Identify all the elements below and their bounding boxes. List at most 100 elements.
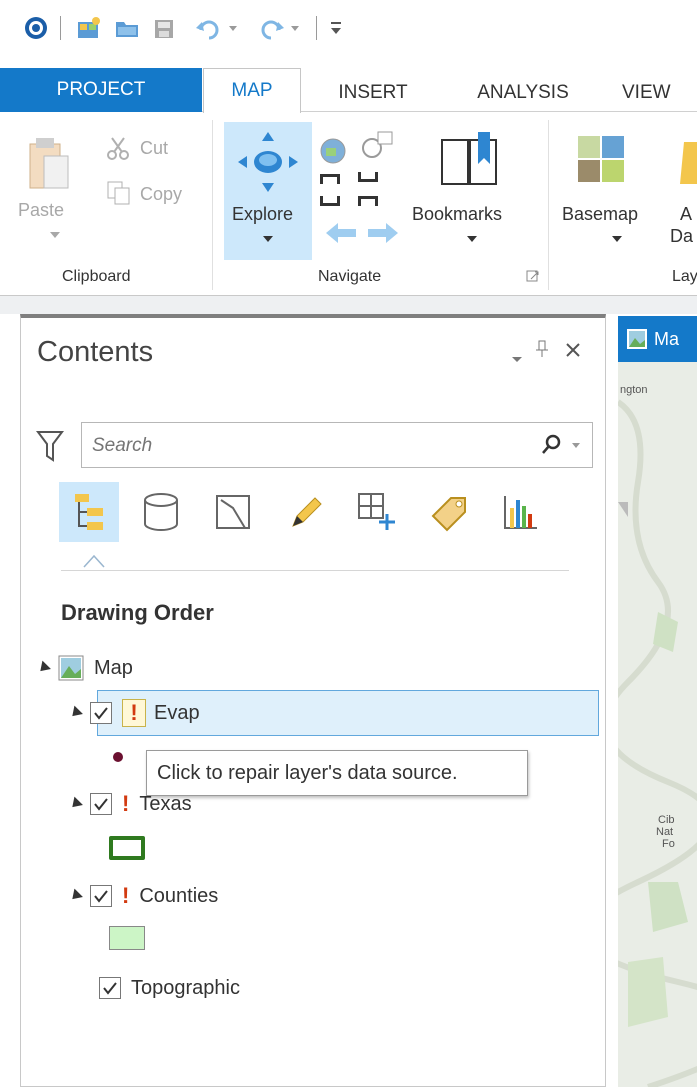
full-extent-icon[interactable] xyxy=(318,136,348,166)
ribbon-tabs: PROJECT MAP INSERT ANALYSIS VIEW xyxy=(0,60,697,113)
layer-row-map[interactable]: Map xyxy=(36,648,133,688)
collapse-icon[interactable] xyxy=(68,705,83,721)
add-data-icon[interactable] xyxy=(678,136,697,186)
copy-button[interactable]: Copy xyxy=(140,184,182,205)
list-by-snapping-button[interactable] xyxy=(347,482,407,542)
layer-row-topographic[interactable]: Topographic xyxy=(99,968,240,1008)
list-by-labeling-button[interactable] xyxy=(419,482,479,542)
explore-icon xyxy=(236,130,300,194)
add-data-label-line2[interactable]: Da xyxy=(670,226,693,247)
contents-pane-title: Contents xyxy=(37,336,154,368)
list-by-data-source-button[interactable] xyxy=(131,482,191,542)
map-place-label-ngton: ngton xyxy=(620,384,648,396)
navigate-dialog-launcher-icon[interactable] xyxy=(526,270,540,284)
evap-point-symbol xyxy=(113,752,123,762)
repair-data-source-tooltip: Click to repair layer's data source. xyxy=(146,750,528,796)
map-tab-label: Ma xyxy=(654,328,680,349)
counties-visibility-checkbox[interactable] xyxy=(90,885,112,907)
basemap-label[interactable]: Basemap xyxy=(562,204,638,225)
topographic-visibility-checkbox[interactable] xyxy=(99,977,121,999)
texas-visibility-checkbox[interactable] xyxy=(90,793,112,815)
search-input[interactable] xyxy=(92,433,512,459)
collapse-icon[interactable] xyxy=(68,796,83,812)
bookmarks-dropdown-arrow[interactable] xyxy=(467,236,477,242)
explore-label: Explore xyxy=(232,204,294,224)
zoom-layer-icon[interactable] xyxy=(358,130,398,164)
warning-icon[interactable]: ! xyxy=(122,791,129,817)
group-separator-2 xyxy=(548,120,549,290)
save-project-icon[interactable] xyxy=(150,14,180,42)
warning-icon: ! xyxy=(130,700,138,725)
qat-separator-2 xyxy=(316,16,317,40)
paste-icon[interactable] xyxy=(24,134,74,194)
tab-insert[interactable]: INSERT xyxy=(318,74,428,112)
basemap-icon[interactable] xyxy=(576,134,626,186)
cut-button[interactable]: Cut xyxy=(140,138,168,159)
bookmarks-label[interactable]: Bookmarks xyxy=(412,204,502,225)
search-box[interactable] xyxy=(81,422,593,468)
paste-dropdown-arrow[interactable] xyxy=(50,232,60,238)
undo-icon[interactable] xyxy=(190,14,246,42)
bookmarks-icon[interactable] xyxy=(436,130,506,190)
open-project-icon[interactable] xyxy=(112,14,142,42)
map-view-tab[interactable]: Ma xyxy=(618,316,697,362)
ribbon-divider-band xyxy=(0,296,697,314)
active-view-indicator-icon xyxy=(83,554,105,568)
list-by-drawing-order-button[interactable] xyxy=(59,482,119,542)
tab-analysis[interactable]: ANALYSIS xyxy=(458,74,588,112)
list-by-selection-button[interactable] xyxy=(203,482,263,542)
pane-options-icon[interactable] xyxy=(511,348,523,369)
filter-icon[interactable] xyxy=(35,428,65,464)
map-icon xyxy=(58,655,84,681)
collapse-icon[interactable] xyxy=(36,660,51,676)
cut-icon[interactable] xyxy=(106,136,132,160)
tab-view[interactable]: VIEW xyxy=(622,74,697,112)
search-options-arrow[interactable] xyxy=(572,443,580,448)
map-place-label-fo: Fo xyxy=(662,838,675,850)
zoom-in-out-icon[interactable] xyxy=(318,172,402,208)
list-by-editing-button[interactable] xyxy=(275,482,335,542)
texas-polygon-symbol xyxy=(109,836,145,860)
tab-project[interactable]: PROJECT xyxy=(0,68,202,112)
contents-pane: Contents Drawing Order xyxy=(20,314,606,1087)
navigate-group-label: Navigate xyxy=(318,268,382,285)
add-data-label-line1[interactable]: A xyxy=(680,204,692,225)
map-tab-icon xyxy=(626,328,648,350)
map-canvas[interactable]: ngton Cib Nat Fo xyxy=(618,362,697,1087)
redo-icon[interactable] xyxy=(252,14,308,42)
qat-separator xyxy=(60,16,61,40)
group-separator xyxy=(212,120,213,290)
layer-row-evap[interactable]: ! Evap xyxy=(68,693,200,733)
collapse-icon[interactable] xyxy=(68,888,83,904)
map-place-label-ci: Cib xyxy=(658,814,675,826)
clipboard-group-label: Clipboard xyxy=(62,268,131,285)
close-icon[interactable] xyxy=(565,342,581,363)
pin-icon[interactable] xyxy=(535,340,549,363)
evap-visibility-checkbox[interactable] xyxy=(90,702,112,724)
ribbon-map: Paste Cut Copy Clipboard Explore Bookmar… xyxy=(0,112,697,296)
view-tabs-underline xyxy=(61,570,569,571)
topographic-basemap-image xyxy=(618,362,697,1087)
customize-qat-icon[interactable] xyxy=(326,14,346,42)
app-logo-icon[interactable] xyxy=(22,14,50,42)
counties-label: Counties xyxy=(139,884,219,907)
tab-map[interactable]: MAP xyxy=(203,68,301,113)
list-by-charts-button[interactable] xyxy=(491,482,551,542)
repair-data-source-icon[interactable]: ! xyxy=(122,699,146,727)
map-label: Map xyxy=(94,656,133,679)
warning-icon[interactable]: ! xyxy=(122,883,129,909)
quick-access-toolbar xyxy=(0,0,697,60)
evap-label: Evap xyxy=(154,701,200,724)
search-icon[interactable] xyxy=(540,433,564,457)
explore-dropdown-arrow[interactable] xyxy=(263,236,273,242)
copy-icon[interactable] xyxy=(106,180,132,206)
paste-button[interactable]: Paste xyxy=(18,200,64,221)
new-project-icon[interactable] xyxy=(74,14,104,42)
counties-polygon-symbol xyxy=(109,926,145,950)
map-place-label-nat: Nat xyxy=(656,826,674,838)
topographic-label: Topographic xyxy=(131,976,240,999)
layer-group-label: Lay xyxy=(672,268,697,285)
previous-next-extent-icon[interactable] xyxy=(322,218,402,248)
basemap-dropdown-arrow[interactable] xyxy=(612,236,622,242)
layer-row-counties[interactable]: ! Counties xyxy=(68,876,219,916)
